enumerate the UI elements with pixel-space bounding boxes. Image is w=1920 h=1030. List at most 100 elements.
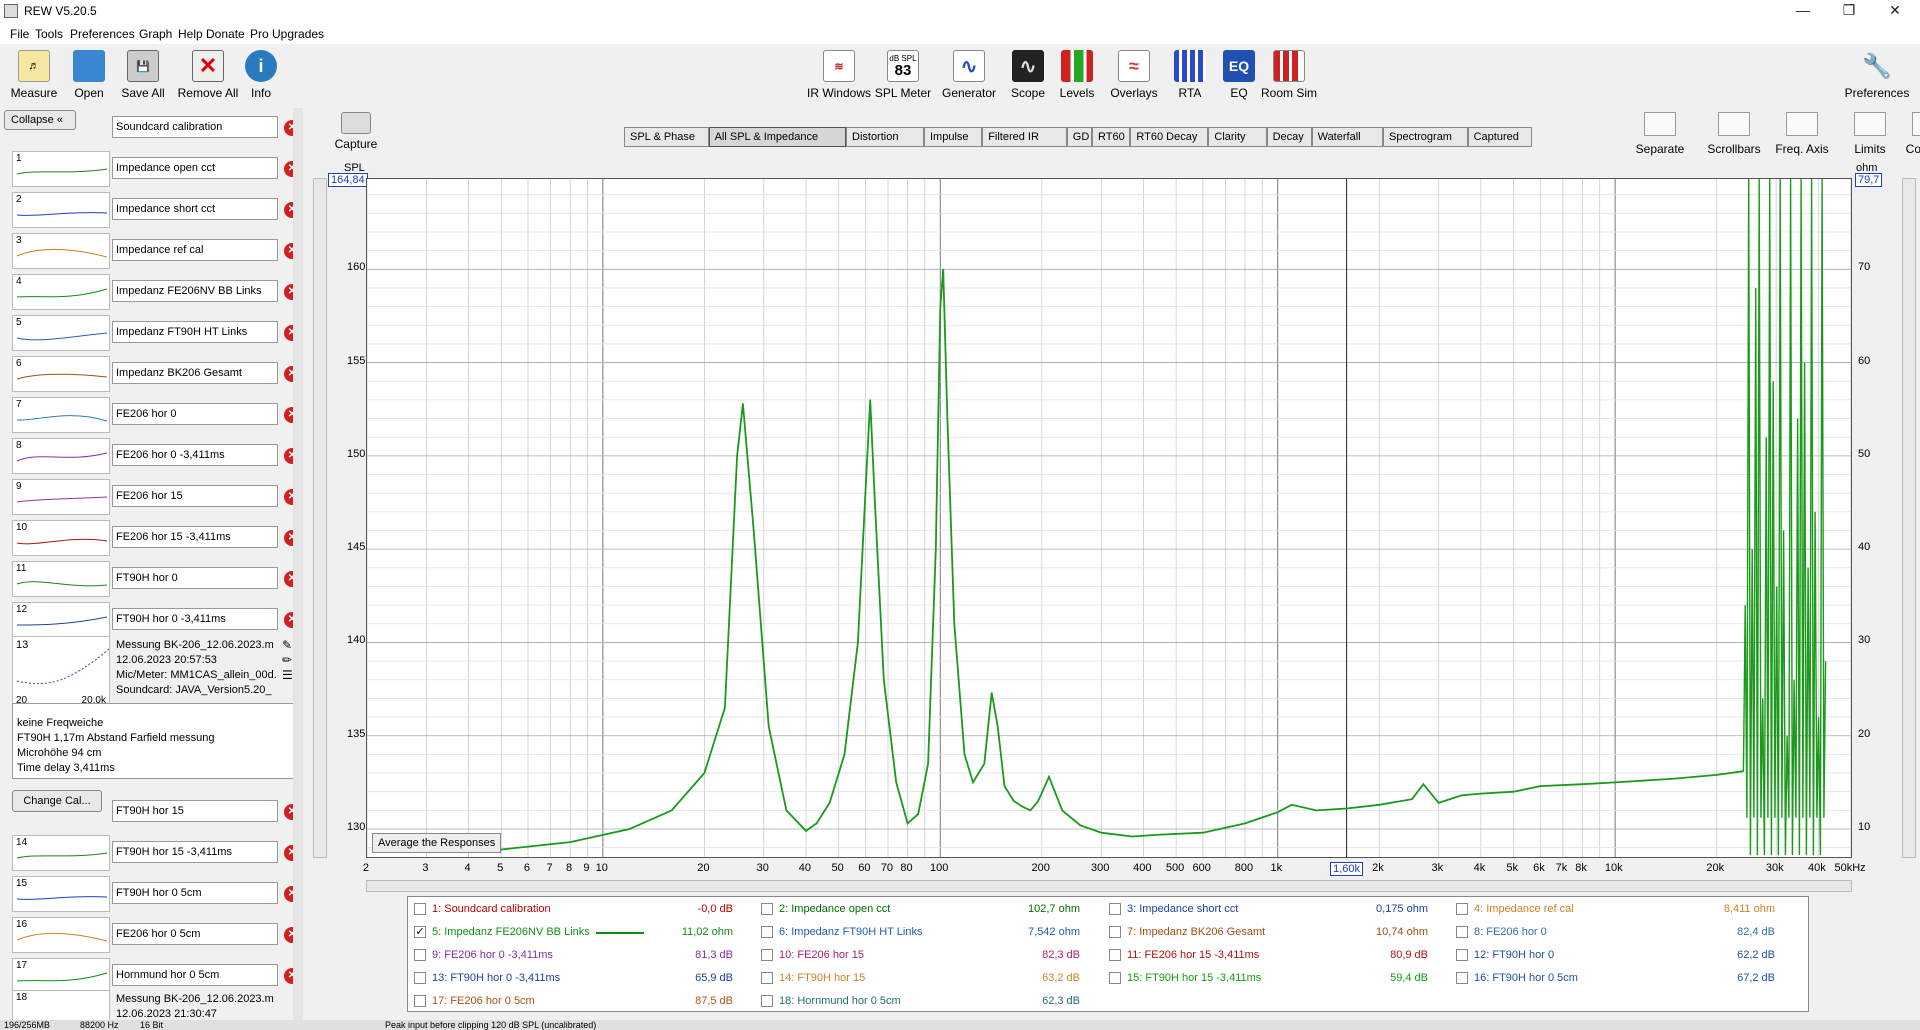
- legend-checkbox[interactable]: ✓: [414, 926, 426, 938]
- menu-tools[interactable]: Tools: [35, 27, 63, 41]
- measurement-name-field[interactable]: FE206 hor 0: [112, 403, 278, 425]
- restore-icon[interactable]: ❐: [1826, 0, 1872, 22]
- measurement-name-field[interactable]: FT90H hor 15 -3,411ms: [112, 841, 278, 863]
- measurement-name-field[interactable]: FT90H hor 0 -3,411ms: [112, 608, 278, 630]
- tab-all-spl-impedance[interactable]: All SPL & Impedance: [708, 127, 846, 147]
- tab-spl-phase[interactable]: SPL & Phase: [624, 127, 709, 147]
- measurement-name-field[interactable]: Impedance short cct: [112, 198, 278, 220]
- measurement-name-field[interactable]: Soundcard calibration: [112, 116, 278, 138]
- legend-checkbox[interactable]: [1109, 903, 1121, 915]
- legend-checkbox[interactable]: [414, 903, 426, 915]
- measurement-item-2[interactable]: 2 Impedance short cct ✕: [8, 190, 306, 230]
- measurement-name-field[interactable]: FE206 hor 15: [112, 485, 278, 507]
- menu-pro-upgrades[interactable]: Pro Upgrades: [250, 27, 324, 41]
- measurement-name-field[interactable]: FT90H hor 15: [112, 800, 278, 822]
- average-responses-button[interactable]: Average the Responses: [372, 833, 502, 853]
- legend-checkbox[interactable]: [414, 949, 426, 961]
- measurement-item-0[interactable]: Soundcard calibration ✕: [8, 108, 306, 148]
- room-sim-button[interactable]: Room Sim: [1254, 50, 1324, 100]
- measurement-name-field[interactable]: FT90H hor 0 5cm: [112, 882, 278, 904]
- legend-checkbox[interactable]: [1456, 949, 1468, 961]
- tab-clarity[interactable]: Clarity: [1208, 127, 1267, 147]
- tab-distortion[interactable]: Distortion: [846, 127, 924, 147]
- tab-filtered-ir[interactable]: Filtered IR: [982, 127, 1067, 147]
- measurement-name-field[interactable]: FT90H hor 0: [112, 567, 278, 589]
- measurement-name-field[interactable]: Impedanz FT90H HT Links: [112, 321, 278, 343]
- measurement-name-field[interactable]: Impedanz FE206NV BB Links: [112, 280, 278, 302]
- tab-impulse[interactable]: Impulse: [924, 127, 983, 147]
- minimize-icon[interactable]: —: [1780, 0, 1826, 22]
- notes-icon[interactable]: ☰: [282, 668, 293, 683]
- panel-scrollbar[interactable]: [293, 108, 303, 1020]
- left-axis-top-value[interactable]: 164,84: [328, 173, 368, 187]
- measurement-item-9[interactable]: 9 FE206 hor 15 ✕: [8, 477, 306, 517]
- horizontal-scrollbar[interactable]: [366, 880, 1852, 892]
- measurement-lower-item-3[interactable]: 16 FE206 hor 0 5cm ✕: [8, 915, 306, 955]
- right-vertical-scrollbar[interactable]: [1902, 178, 1916, 858]
- measurement-name-field[interactable]: Impedance open cct: [112, 157, 278, 179]
- legend-checkbox[interactable]: [761, 903, 773, 915]
- legend-checkbox[interactable]: [761, 949, 773, 961]
- tab-spectrogram[interactable]: Spectrogram: [1383, 127, 1468, 147]
- measurement-item-8[interactable]: 8 FE206 hor 0 -3,411ms ✕: [8, 436, 306, 476]
- legend-checkbox[interactable]: [1109, 926, 1121, 938]
- legend-checkbox[interactable]: [761, 972, 773, 984]
- measurement-item-7[interactable]: 7 FE206 hor 0 ✕: [8, 395, 306, 435]
- tool-controls[interactable]: Controls: [1896, 112, 1920, 156]
- tool-limits[interactable]: Limits: [1838, 112, 1902, 156]
- info-button[interactable]: i Info: [226, 50, 296, 100]
- tool-freq-axis[interactable]: Freq. Axis: [1770, 112, 1834, 156]
- edit-icon[interactable]: ✎: [282, 638, 293, 653]
- data-point: [1438, 802, 1440, 804]
- menu-donate[interactable]: Donate: [206, 27, 245, 41]
- tool-scrollbars[interactable]: Scrollbars: [1702, 112, 1766, 156]
- legend-checkbox[interactable]: [1456, 972, 1468, 984]
- spl-meter-button[interactable]: dB SPL 83 SPL Meter: [868, 50, 938, 100]
- measurement-item-11[interactable]: 11 FT90H hor 0 ✕: [8, 559, 306, 599]
- tab-decay[interactable]: Decay: [1266, 127, 1312, 147]
- tab-captured[interactable]: Captured: [1467, 127, 1533, 147]
- legend-checkbox[interactable]: [1109, 949, 1121, 961]
- measurement-name-field[interactable]: FE206 hor 15 -3,411ms: [112, 526, 278, 548]
- save-all-button[interactable]: 💾 Save All: [108, 50, 178, 100]
- legend-checkbox[interactable]: [414, 995, 426, 1007]
- menu-graph[interactable]: Graph: [139, 27, 172, 41]
- measurement-lower-item-0[interactable]: FT90H hor 15 ✕: [8, 792, 306, 832]
- measurement-item-5[interactable]: 5 Impedanz FT90H HT Links ✕: [8, 313, 306, 353]
- legend-checkbox[interactable]: [414, 972, 426, 984]
- menu-preferences[interactable]: Preferences: [70, 27, 135, 41]
- measurement-name-field[interactable]: FE206 hor 0 5cm: [112, 923, 278, 945]
- tab-rt60[interactable]: RT60: [1092, 127, 1131, 147]
- legend-checkbox[interactable]: [1109, 972, 1121, 984]
- notes-area[interactable]: keine Freqweiche FT90H 1,17m Abstand Far…: [12, 703, 298, 779]
- legend-checkbox[interactable]: [761, 926, 773, 938]
- right-axis-top-value[interactable]: 79,7: [1855, 173, 1883, 187]
- preferences-button[interactable]: 🔧 Preferences: [1842, 50, 1912, 101]
- menu-help[interactable]: Help: [178, 27, 203, 41]
- plot-area[interactable]: Average the Responses: [366, 178, 1852, 858]
- measurement-item-4[interactable]: 4 Impedanz FE206NV BB Links ✕: [8, 272, 306, 312]
- menu-file[interactable]: File: [10, 27, 29, 41]
- legend-checkbox[interactable]: [1456, 926, 1468, 938]
- measurement-name-field[interactable]: FE206 hor 0 -3,411ms: [112, 444, 278, 466]
- measurement-name-field[interactable]: Hornmund hor 0 5cm: [112, 964, 278, 986]
- measurement-item-3[interactable]: 3 Impedance ref cal ✕: [8, 231, 306, 271]
- measurement-lower-item-2[interactable]: 15 FT90H hor 0 5cm ✕: [8, 874, 306, 914]
- measurement-item-10[interactable]: 10 FE206 hor 15 -3,411ms ✕: [8, 518, 306, 558]
- tool-separate[interactable]: Separate: [1628, 112, 1692, 156]
- tab-rt60-decay[interactable]: RT60 Decay: [1130, 127, 1209, 147]
- measurement-item-1[interactable]: 1 Impedance open cct ✕: [8, 149, 306, 189]
- pen-icon[interactable]: ✏: [282, 653, 293, 668]
- measurement-name-field[interactable]: Impedanz BK206 Gesamt: [112, 362, 278, 384]
- measurement-lower-item-1[interactable]: 14 FT90H hor 15 -3,411ms ✕: [8, 833, 306, 873]
- tab-waterfall[interactable]: Waterfall: [1311, 127, 1383, 147]
- legend-checkbox[interactable]: [1456, 903, 1468, 915]
- left-vertical-scrollbar[interactable]: [313, 178, 327, 858]
- capture-button[interactable]: Capture: [333, 112, 379, 151]
- tab-gd[interactable]: GD: [1066, 127, 1092, 147]
- legend-checkbox[interactable]: [761, 995, 773, 1007]
- close-icon[interactable]: ✕: [1872, 0, 1918, 22]
- measurement-name-field[interactable]: Impedance ref cal: [112, 239, 278, 261]
- measurement-item-6[interactable]: 6 Impedanz BK206 Gesamt ✕: [8, 354, 306, 394]
- ir-windows-button[interactable]: ≋ IR Windows: [804, 50, 874, 100]
